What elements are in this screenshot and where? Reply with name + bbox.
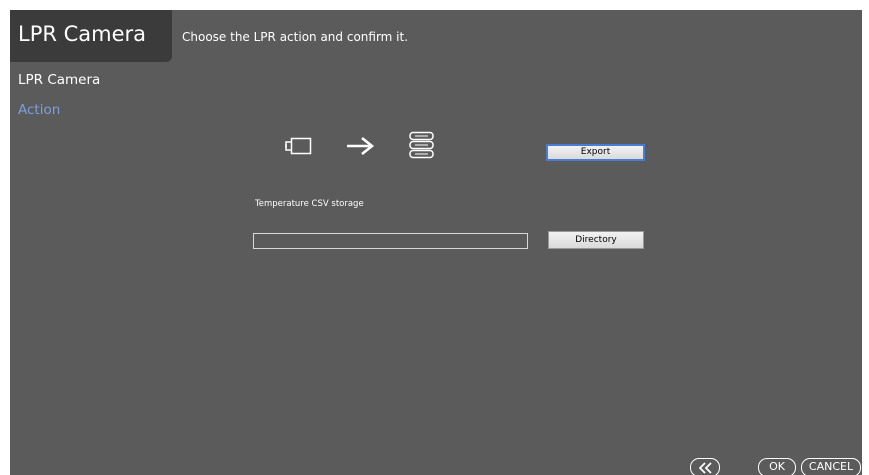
directory-button[interactable]: Directory [548,231,644,249]
page-instruction: Choose the LPR action and confirm it. [182,30,409,44]
cancel-button[interactable]: CANCEL [801,458,861,475]
sidebar-item-action[interactable]: Action [18,101,60,119]
camera-icon [285,137,312,155]
double-chevron-left-icon [699,462,712,474]
export-button[interactable]: Export [546,144,645,161]
storage-path-input[interactable] [253,233,528,249]
back-button[interactable] [690,458,720,475]
arrow-right-icon [347,136,375,156]
lpr-action-window: LPR Camera Choose the LPR action and con… [10,10,862,475]
storage-label: Temperature CSV storage [255,199,364,209]
app-title: LPR Camera [18,22,147,46]
title-box: LPR Camera [10,10,172,62]
sidebar-item-lpr-camera[interactable]: LPR Camera [18,71,100,89]
server-icon [409,131,434,159]
ok-button[interactable]: OK [758,458,796,475]
